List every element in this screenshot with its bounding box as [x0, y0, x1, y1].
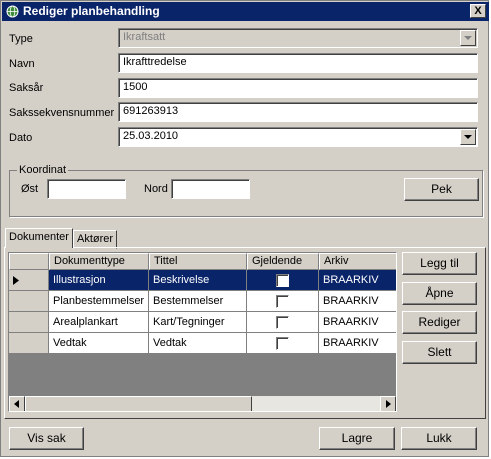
cell-arkiv[interactable]: BRAARKIV: [319, 312, 396, 333]
column-header-dokumenttype[interactable]: Dokumenttype: [49, 253, 149, 270]
cell-tittel[interactable]: Beskrivelse: [149, 270, 247, 291]
globe-icon: [6, 5, 19, 18]
column-header-gjeldende[interactable]: Gjeldende: [247, 253, 319, 270]
close-button[interactable]: X: [470, 4, 486, 18]
gjeldende-checkbox[interactable]: [276, 316, 289, 329]
cell-gjeldende[interactable]: [247, 333, 319, 354]
sakssekvensnummer-field[interactable]: 691263913: [118, 102, 478, 122]
window-title: Rediger planbehandling: [23, 4, 160, 18]
navn-field[interactable]: Ikrafttredelse: [118, 53, 478, 73]
cell-arkiv[interactable]: BRAARKIV: [319, 291, 396, 312]
nord-label: Nord: [144, 183, 168, 195]
dato-value: 25.03.2010: [123, 130, 179, 142]
cell-gjeldende[interactable]: [247, 270, 319, 291]
cell-dokumenttype[interactable]: Vedtak: [49, 333, 149, 354]
cell-gjeldende[interactable]: [247, 312, 319, 333]
close-icon: X: [474, 5, 482, 17]
dato-select[interactable]: 25.03.2010: [118, 127, 478, 147]
arrow-left-icon: [14, 400, 19, 408]
row-selector[interactable]: [9, 270, 49, 291]
gjeldende-checkbox[interactable]: [276, 295, 289, 308]
type-label: Type: [9, 33, 33, 45]
gjeldende-checkbox[interactable]: [276, 274, 289, 287]
dato-label: Dato: [9, 132, 33, 144]
cell-tittel[interactable]: Kart/Tegninger: [149, 312, 247, 333]
koordinat-group-title: Koordinat: [17, 163, 69, 177]
chevron-down-icon: [464, 135, 472, 139]
vis-sak-button[interactable]: Vis sak: [9, 427, 84, 450]
documents-grid[interactable]: Dokumenttype Tittel Gjeldende Arkiv Illu…: [8, 252, 397, 412]
type-dropdown-button: [460, 30, 476, 46]
table-row[interactable]: Vedtak Vedtak BRAARKIV: [9, 333, 396, 354]
slett-button[interactable]: Slett: [402, 341, 477, 364]
row-header-corner: [9, 253, 49, 270]
cell-dokumenttype[interactable]: Illustrasjon: [49, 270, 149, 291]
sakssekvensnummer-label: Sakssekvensnummer: [9, 107, 115, 119]
table-row[interactable]: Arealplankart Kart/Tegninger BRAARKIV: [9, 312, 396, 333]
chevron-down-icon: [464, 36, 472, 40]
gjeldende-checkbox[interactable]: [276, 337, 289, 350]
cell-arkiv[interactable]: BRAARKIV: [319, 270, 396, 291]
navn-label: Navn: [9, 58, 35, 70]
current-row-arrow-icon: [13, 276, 19, 285]
scroll-left-button[interactable]: [9, 396, 25, 411]
dialog-window: Rediger planbehandling X Type Navn Sakså…: [0, 0, 489, 457]
lagre-button[interactable]: Lagre: [319, 427, 395, 450]
column-header-tittel[interactable]: Tittel: [149, 253, 247, 270]
lukk-button[interactable]: Lukk: [401, 427, 477, 450]
scrollbar-thumb[interactable]: [25, 396, 252, 411]
cell-arkiv[interactable]: BRAARKIV: [319, 333, 396, 354]
table-row[interactable]: Illustrasjon Beskrivelse BRAARKIV: [9, 270, 396, 291]
table-row[interactable]: Planbestemmelser Bestemmelser BRAARKIV: [9, 291, 396, 312]
tab-dokumenter[interactable]: Dokumenter: [5, 228, 73, 248]
type-value: Ikraftsatt: [123, 31, 166, 43]
cell-tittel[interactable]: Vedtak: [149, 333, 247, 354]
horizontal-scrollbar[interactable]: [9, 396, 396, 411]
cell-tittel[interactable]: Bestemmelser: [149, 291, 247, 312]
row-selector[interactable]: [9, 312, 49, 333]
apne-button[interactable]: Åpne: [402, 282, 477, 305]
column-header-arkiv[interactable]: Arkiv: [319, 253, 396, 270]
legg-til-button[interactable]: Legg til: [402, 252, 477, 275]
cell-gjeldende[interactable]: [247, 291, 319, 312]
row-selector[interactable]: [9, 291, 49, 312]
pek-button[interactable]: Pek: [404, 178, 479, 201]
cell-dokumenttype[interactable]: Planbestemmelser: [49, 291, 149, 312]
saksar-label: Saksår: [9, 82, 44, 94]
arrow-right-icon: [386, 400, 391, 408]
title-bar: Rediger planbehandling X: [2, 2, 489, 21]
saksar-field[interactable]: 1500: [118, 78, 478, 98]
nord-field[interactable]: [171, 179, 250, 199]
row-selector[interactable]: [9, 333, 49, 354]
cell-dokumenttype[interactable]: Arealplankart: [49, 312, 149, 333]
rediger-button[interactable]: Rediger: [402, 311, 477, 334]
type-select: Ikraftsatt: [118, 28, 478, 48]
ost-field[interactable]: [47, 179, 126, 199]
ost-label: Øst: [21, 183, 39, 195]
dato-dropdown-button[interactable]: [460, 129, 476, 145]
scroll-right-button[interactable]: [380, 396, 396, 411]
